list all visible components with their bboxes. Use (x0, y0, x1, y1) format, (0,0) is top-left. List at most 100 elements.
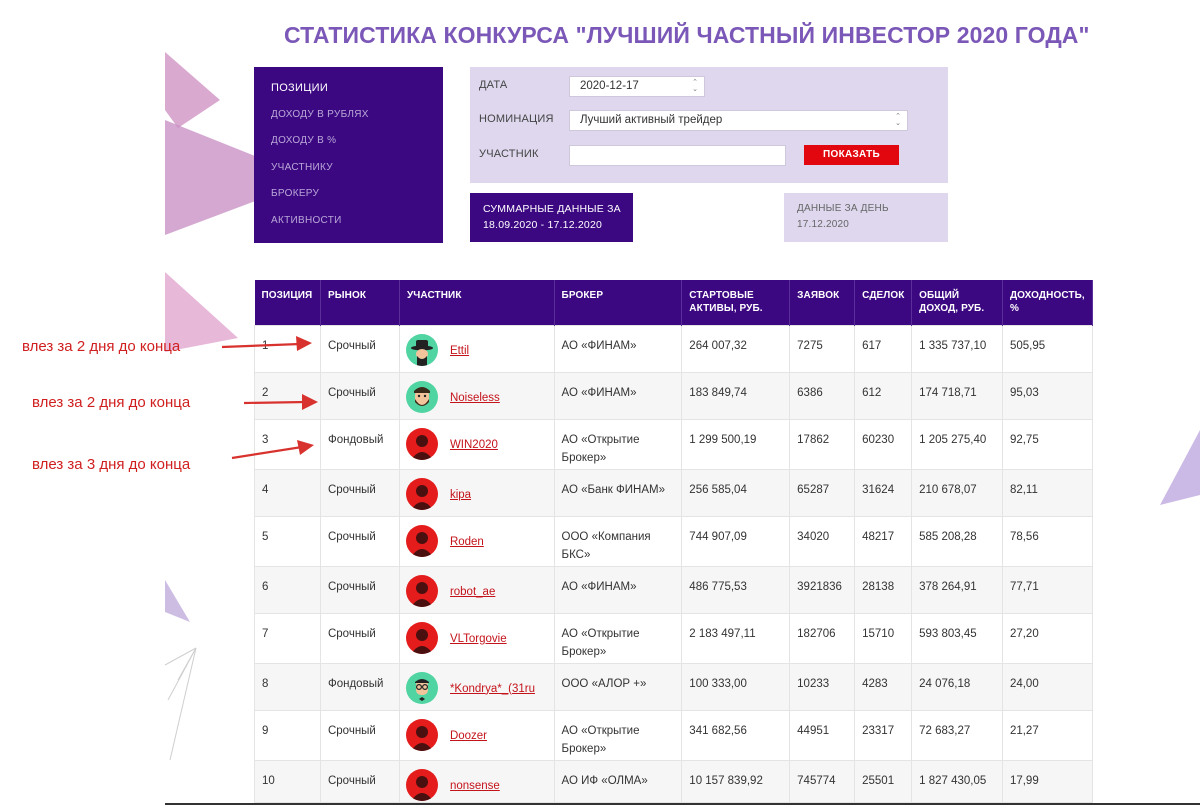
cell-position: 10 (254, 759, 321, 803)
avatar[interactable] (405, 768, 438, 801)
participant-link[interactable]: robot_ae (450, 583, 546, 601)
cell-income: 174 718,71 (911, 371, 1003, 420)
cell-deals: 617 (854, 324, 913, 373)
cell-yield: 95,03 (1001, 371, 1094, 420)
cell-position: 3 (254, 418, 321, 470)
table-row: 9 Срочный Doozer АО «Открытие Брокер» 341 682… (254, 709, 1094, 761)
cell-start-assets: 486 775,53 (681, 565, 791, 614)
cell-deals: 25501 (854, 759, 913, 803)
date-select[interactable]: 2020-12-17 ⌃ ⌄ (569, 76, 705, 97)
annotation-1: влез за 2 дня до конца (22, 338, 181, 355)
cell-start-assets: 100 333,00 (681, 662, 791, 711)
cell-market: Срочный (319, 709, 400, 761)
participant-label: УЧАСТНИК (479, 148, 539, 160)
cell-income: 72 683,27 (911, 709, 1003, 761)
participant-link[interactable]: Ettil (450, 342, 546, 360)
avatar[interactable] (405, 524, 438, 557)
participant-link[interactable]: nonsense (450, 777, 546, 795)
cell-position: 2 (254, 371, 321, 420)
avatar[interactable] (405, 477, 438, 510)
cell-orders: 65287 (789, 468, 856, 517)
sort-by-activity[interactable]: АКТИВНОСТИ (254, 214, 443, 241)
summary-title: СУММАРНЫЕ ДАННЫЕ ЗА (483, 203, 621, 215)
day-data-tab[interactable]: ДАННЫЕ ЗА ДЕНЬ 17.12.2020 (784, 193, 948, 242)
header-income[interactable]: ОБЩИЙ ДОХОД, РУБ. (911, 280, 1003, 325)
participant-link[interactable]: Noiseless (450, 389, 546, 407)
cell-market: Срочный (319, 759, 400, 803)
cell-participant: *Kondrya*_(31ru (398, 662, 555, 711)
cell-orders: 182706 (789, 612, 856, 664)
avatar[interactable] (405, 671, 438, 704)
participant-link[interactable]: Doozer (450, 727, 546, 745)
participant-link[interactable]: WIN2020 (450, 436, 546, 454)
participant-input[interactable] (569, 145, 786, 166)
table-row: 1 Срочный Ettil АО «ФИНАМ» 264 007,32 7275 617… (254, 324, 1094, 373)
sort-by-position[interactable]: ПОЗИЦИИ (254, 81, 443, 108)
header-participant[interactable]: УЧАСТНИК (399, 280, 555, 325)
date-label: ДАТА (479, 79, 508, 91)
avatar[interactable] (405, 333, 438, 366)
avatar[interactable] (405, 380, 438, 413)
cell-participant: VLTorgovie (398, 612, 555, 664)
header-position[interactable]: ПОЗИЦИЯ (254, 280, 321, 325)
cell-income: 585 208,28 (911, 515, 1003, 567)
cell-position: 6 (254, 565, 321, 614)
table-row: 6 Срочный robot_ae АО «ФИНАМ» 486 775,53 3921… (254, 565, 1094, 614)
cell-position: 8 (254, 662, 321, 711)
cell-orders: 10233 (789, 662, 856, 711)
cell-deals: 23317 (854, 709, 913, 761)
sort-by-broker[interactable]: БРОКЕРУ (254, 187, 443, 214)
header-orders[interactable]: ЗАЯВОК (789, 280, 856, 325)
cell-broker: ООО «АЛОР +» (553, 662, 683, 711)
cell-participant: Roden (398, 515, 555, 567)
table-row: 5 Срочный Roden ООО «Компания БКС» 744 907,09… (254, 515, 1094, 567)
cell-deals: 15710 (854, 612, 913, 664)
header-deals[interactable]: СДЕЛОК (854, 280, 913, 325)
cell-orders: 34020 (789, 515, 856, 567)
nomination-label: НОМИНАЦИЯ (479, 113, 554, 125)
cell-position: 9 (254, 709, 321, 761)
participant-link[interactable]: kipa (450, 486, 546, 504)
cell-start-assets: 341 682,56 (681, 709, 791, 761)
header-market[interactable]: РЫНОК (320, 280, 400, 325)
cell-yield: 17,99 (1001, 759, 1094, 803)
table-row: 7 Срочный VLTorgovie АО «Открытие Брокер» 2 1… (254, 612, 1094, 664)
cell-income: 24 076,18 (911, 662, 1003, 711)
cell-participant: Noiseless (398, 371, 555, 420)
sort-menu: ПОЗИЦИИ ДОХОДУ В РУБЛЯХ ДОХОДУ В % УЧАСТ… (254, 67, 443, 243)
summary-period-tab[interactable]: СУММАРНЫЕ ДАННЫЕ ЗА 18.09.2020 - 17.12.2… (470, 193, 633, 242)
participant-link[interactable]: *Kondrya*_(31ru (450, 680, 546, 698)
cell-market: Срочный (319, 468, 400, 517)
cell-broker: АО «Открытие Брокер» (553, 612, 683, 664)
header-start-assets[interactable]: СТАРТОВЫЕ АКТИВЫ, РУБ. (681, 280, 791, 325)
header-yield[interactable]: ДОХОДНОСТЬ,% (1002, 280, 1094, 325)
header-broker[interactable]: БРОКЕР (554, 280, 683, 325)
cell-market: Срочный (319, 515, 400, 567)
avatar[interactable] (405, 621, 438, 654)
participant-link[interactable]: Roden (450, 533, 546, 551)
nomination-select[interactable]: Лучший активный трейдер ⌃ ⌄ (569, 110, 908, 131)
avatar[interactable] (405, 718, 438, 751)
avatar[interactable] (405, 574, 438, 607)
cell-position: 5 (254, 515, 321, 567)
sort-by-income-percent[interactable]: ДОХОДУ В % (254, 134, 443, 161)
cell-position: 1 (254, 324, 321, 373)
sort-by-income-rub[interactable]: ДОХОДУ В РУБЛЯХ (254, 108, 443, 135)
cell-deals: 612 (854, 371, 913, 420)
table-row: 4 Срочный kipa АО «Банк ФИНАМ» 256 585,04 652… (254, 468, 1094, 517)
cell-start-assets: 264 007,32 (681, 324, 791, 373)
cell-income: 210 678,07 (911, 468, 1003, 517)
cell-market: Срочный (319, 324, 400, 373)
cell-yield: 24,00 (1001, 662, 1094, 711)
sort-by-participant[interactable]: УЧАСТНИКУ (254, 161, 443, 188)
avatar[interactable] (405, 427, 438, 460)
cell-broker: АО ИФ «ОЛМА» (553, 759, 683, 803)
bottom-divider (165, 803, 1200, 805)
participant-link[interactable]: VLTorgovie (450, 630, 546, 648)
cell-start-assets: 183 849,74 (681, 371, 791, 420)
select-arrows-icon: ⌃ ⌄ (895, 113, 901, 127)
cell-yield: 92,75 (1001, 418, 1094, 470)
show-button[interactable]: ПОКАЗАТЬ (804, 145, 899, 165)
cell-position: 7 (254, 612, 321, 664)
day-data-title: ДАННЫЕ ЗА ДЕНЬ (797, 203, 889, 214)
